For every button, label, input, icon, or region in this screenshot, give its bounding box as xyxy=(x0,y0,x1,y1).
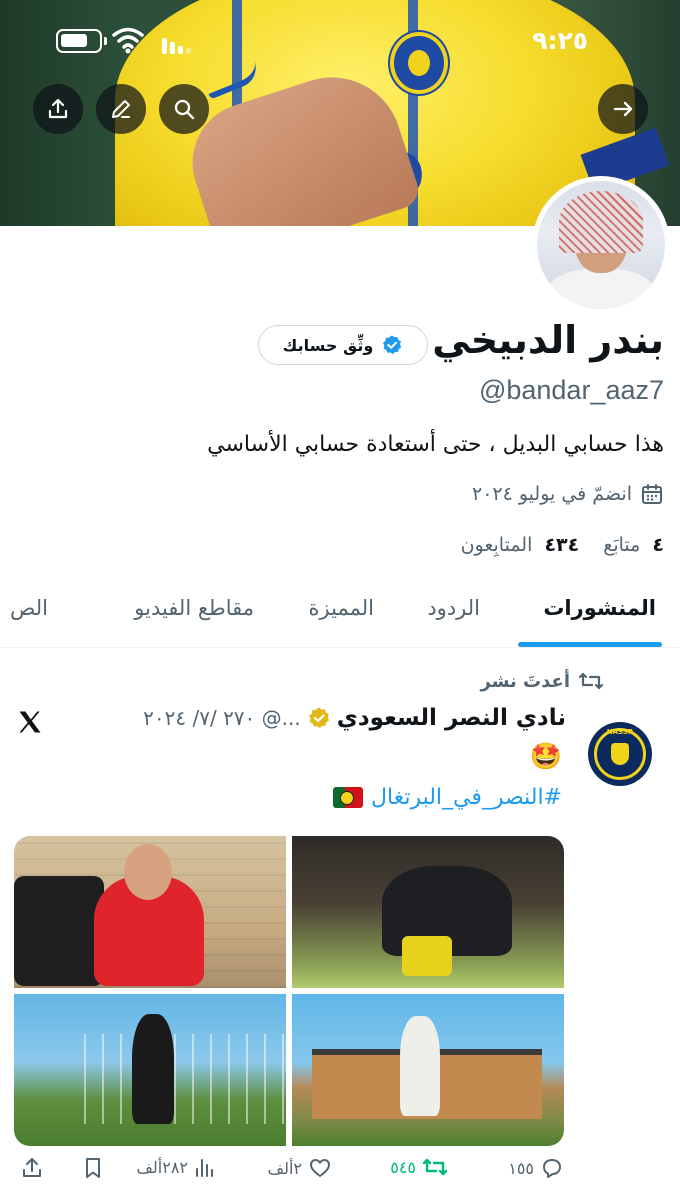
verified-badge-icon xyxy=(383,335,402,355)
heart-icon xyxy=(310,1159,330,1177)
reply-icon xyxy=(543,1159,561,1178)
x-logo-icon[interactable] xyxy=(16,708,44,736)
back-button[interactable] xyxy=(598,84,648,134)
tab-media-partial[interactable]: الص xyxy=(10,596,48,620)
tweet-photo[interactable] xyxy=(292,994,564,1146)
profile-stats: ٤ متابَع ٤٣٤ المتابِعون xyxy=(461,534,664,556)
share-button[interactable] xyxy=(33,84,83,134)
verify-button-label: وثِّق حسابك xyxy=(282,335,374,355)
tweet-author-name[interactable]: نادي النصر السعودي xyxy=(337,705,566,731)
followers-count: ٤٣٤ xyxy=(544,534,580,556)
following-label: متابَع xyxy=(603,534,641,556)
tweet-meta: ...@ ٢٧٠ /٧/ ٢٠٢٤ xyxy=(143,706,301,730)
reply-button[interactable]: ١٥٥ xyxy=(508,1156,564,1180)
reply-count: ١٥٥ xyxy=(508,1158,534,1178)
profile-tabs: المنشورات الردود المميزة مقاطع الفيديو ا… xyxy=(0,580,680,648)
calendar-icon xyxy=(642,484,662,504)
search-icon xyxy=(174,99,195,120)
tab-videos[interactable]: مقاطع الفيديو xyxy=(134,596,254,620)
profile-joined-date: انضمّ في يوليو ٢٠٢٤ xyxy=(472,482,664,506)
followers-link[interactable]: ٤٣٤ المتابِعون xyxy=(461,534,580,556)
joined-text: انضمّ في يوليو ٢٠٢٤ xyxy=(472,483,632,505)
search-button[interactable] xyxy=(159,84,209,134)
tweet-action-bar: ١٥٥ ٥٤٥ ٢ألف ٢٨٢ألف xyxy=(0,1156,680,1192)
bookmark-button[interactable] xyxy=(82,1156,104,1180)
repost-button[interactable]: ٥٤٥ xyxy=(390,1156,448,1178)
portugal-flag-icon xyxy=(333,787,364,808)
profile-avatar[interactable] xyxy=(532,176,670,314)
gold-verified-badge-icon xyxy=(308,707,329,728)
share-icon xyxy=(48,98,68,119)
tweet-hashtag[interactable]: #النصر_في_البرتغال xyxy=(371,785,562,810)
arrow-right-icon xyxy=(613,101,633,117)
tweet-photo[interactable] xyxy=(292,836,564,988)
tweet-photo[interactable] xyxy=(14,836,286,988)
like-button[interactable]: ٢ألف xyxy=(268,1156,332,1180)
tab-replies[interactable]: الردود xyxy=(427,596,480,620)
repost-icon xyxy=(422,1158,448,1176)
bookmark-icon xyxy=(86,1158,100,1178)
repost-label: أعدتَ نشر xyxy=(480,670,571,692)
tweet-emoji: 🤩 xyxy=(529,742,562,772)
battery-icon xyxy=(56,29,107,53)
views-chart-icon xyxy=(196,1159,213,1177)
share-tweet-button[interactable] xyxy=(20,1156,44,1180)
profile-display-name: بندر الدبيخي xyxy=(432,318,664,362)
avatar-photo xyxy=(537,181,665,309)
status-bar: ٩:٢٥ xyxy=(0,22,680,62)
verify-account-button[interactable]: وثِّق حسابك xyxy=(258,325,428,365)
tweet-author-avatar[interactable]: NASSR xyxy=(588,722,652,786)
profile-bio: هذا حسابي البديل ، حتى أستعادة حسابي الأ… xyxy=(207,432,664,457)
repost-icon xyxy=(578,672,604,690)
tab-highlights[interactable]: المميزة xyxy=(309,596,374,620)
views-button[interactable]: ٢٨٢ألف xyxy=(136,1156,216,1178)
tweet-header: نادي النصر السعودي ...@ ٢٧٠ /٧/ ٢٠٢٤ xyxy=(143,705,566,731)
repost-count: ٥٤٥ xyxy=(390,1157,416,1177)
views-count: ٢٨٢ألف xyxy=(136,1157,188,1177)
avatar-logo-text: NASSR xyxy=(606,728,634,736)
like-count: ٢ألف xyxy=(267,1158,302,1178)
active-tab-indicator xyxy=(518,642,662,647)
tweet-photo-grid xyxy=(14,836,564,1146)
share-icon xyxy=(23,1158,41,1177)
wifi-icon xyxy=(112,27,144,54)
pencil-icon xyxy=(112,100,130,118)
following-link[interactable]: ٤ متابَع xyxy=(603,534,664,556)
tweet-text: #النصر_في_البرتغال xyxy=(333,785,562,810)
repost-indicator: أعدتَ نشر xyxy=(481,670,605,692)
following-count: ٤ xyxy=(652,534,664,556)
cellular-signal-icon xyxy=(162,38,191,54)
profile-handle: @bandar_aaz7 xyxy=(478,375,664,405)
status-time: ٩:٢٥ xyxy=(532,26,588,55)
followers-label: المتابِعون xyxy=(460,534,533,556)
tweet-photo[interactable] xyxy=(14,994,286,1146)
edit-button[interactable] xyxy=(96,84,146,134)
tab-posts[interactable]: المنشورات xyxy=(543,596,656,620)
